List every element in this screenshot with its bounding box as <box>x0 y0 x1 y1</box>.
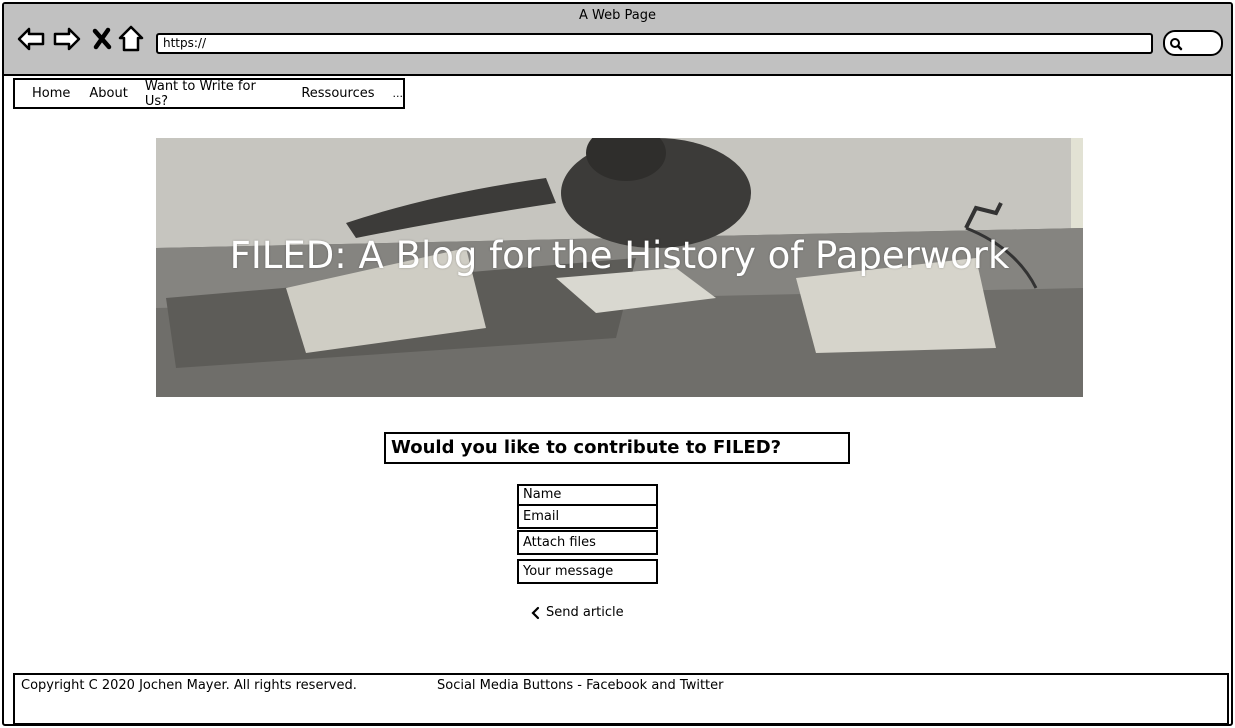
email-field[interactable]: Email <box>517 504 658 529</box>
browser-window: A Web Page https:// Home About Want to W… <box>2 2 1233 726</box>
menu-item-about[interactable]: About <box>89 86 127 101</box>
name-field[interactable]: Name <box>517 484 658 506</box>
close-x-icon[interactable] <box>90 24 114 54</box>
footer-copyright: Copyright C 2020 Jochen Mayer. All right… <box>21 678 357 693</box>
chevron-left-icon <box>531 606 540 619</box>
window-title: A Web Page <box>579 8 656 23</box>
attach-files-field[interactable]: Attach files <box>517 530 658 555</box>
contribute-heading: Would you like to contribute to FILED? <box>384 432 850 464</box>
hero-title: FILED: A Blog for the History of Paperwo… <box>229 234 1010 277</box>
hero-banner: FILED: A Blog for the History of Paperwo… <box>156 138 1083 397</box>
menu-item-more[interactable]: ... <box>393 87 404 100</box>
search-icon <box>1170 38 1183 51</box>
search-box[interactable] <box>1163 30 1223 56</box>
back-arrow-icon[interactable] <box>16 24 46 54</box>
menu-item-ressources[interactable]: Ressources <box>301 86 374 101</box>
menu-item-home[interactable]: Home <box>32 86 70 101</box>
browser-titlebar: A Web Page https:// <box>4 4 1231 76</box>
navigation-menu: Home About Want to Write for Us? Ressour… <box>13 78 405 109</box>
footer: Copyright C 2020 Jochen Mayer. All right… <box>13 673 1229 724</box>
message-field[interactable]: Your message <box>517 559 658 584</box>
menu-item-write-for-us[interactable]: Want to Write for Us? <box>145 79 275 109</box>
send-article-button[interactable]: Send article <box>530 605 624 620</box>
forward-arrow-icon[interactable] <box>52 24 82 54</box>
social-media-buttons[interactable]: Social Media Buttons - Facebook and Twit… <box>437 678 724 693</box>
home-icon[interactable] <box>117 24 145 54</box>
send-article-label: Send article <box>546 605 624 620</box>
url-input[interactable]: https:// <box>156 33 1153 54</box>
